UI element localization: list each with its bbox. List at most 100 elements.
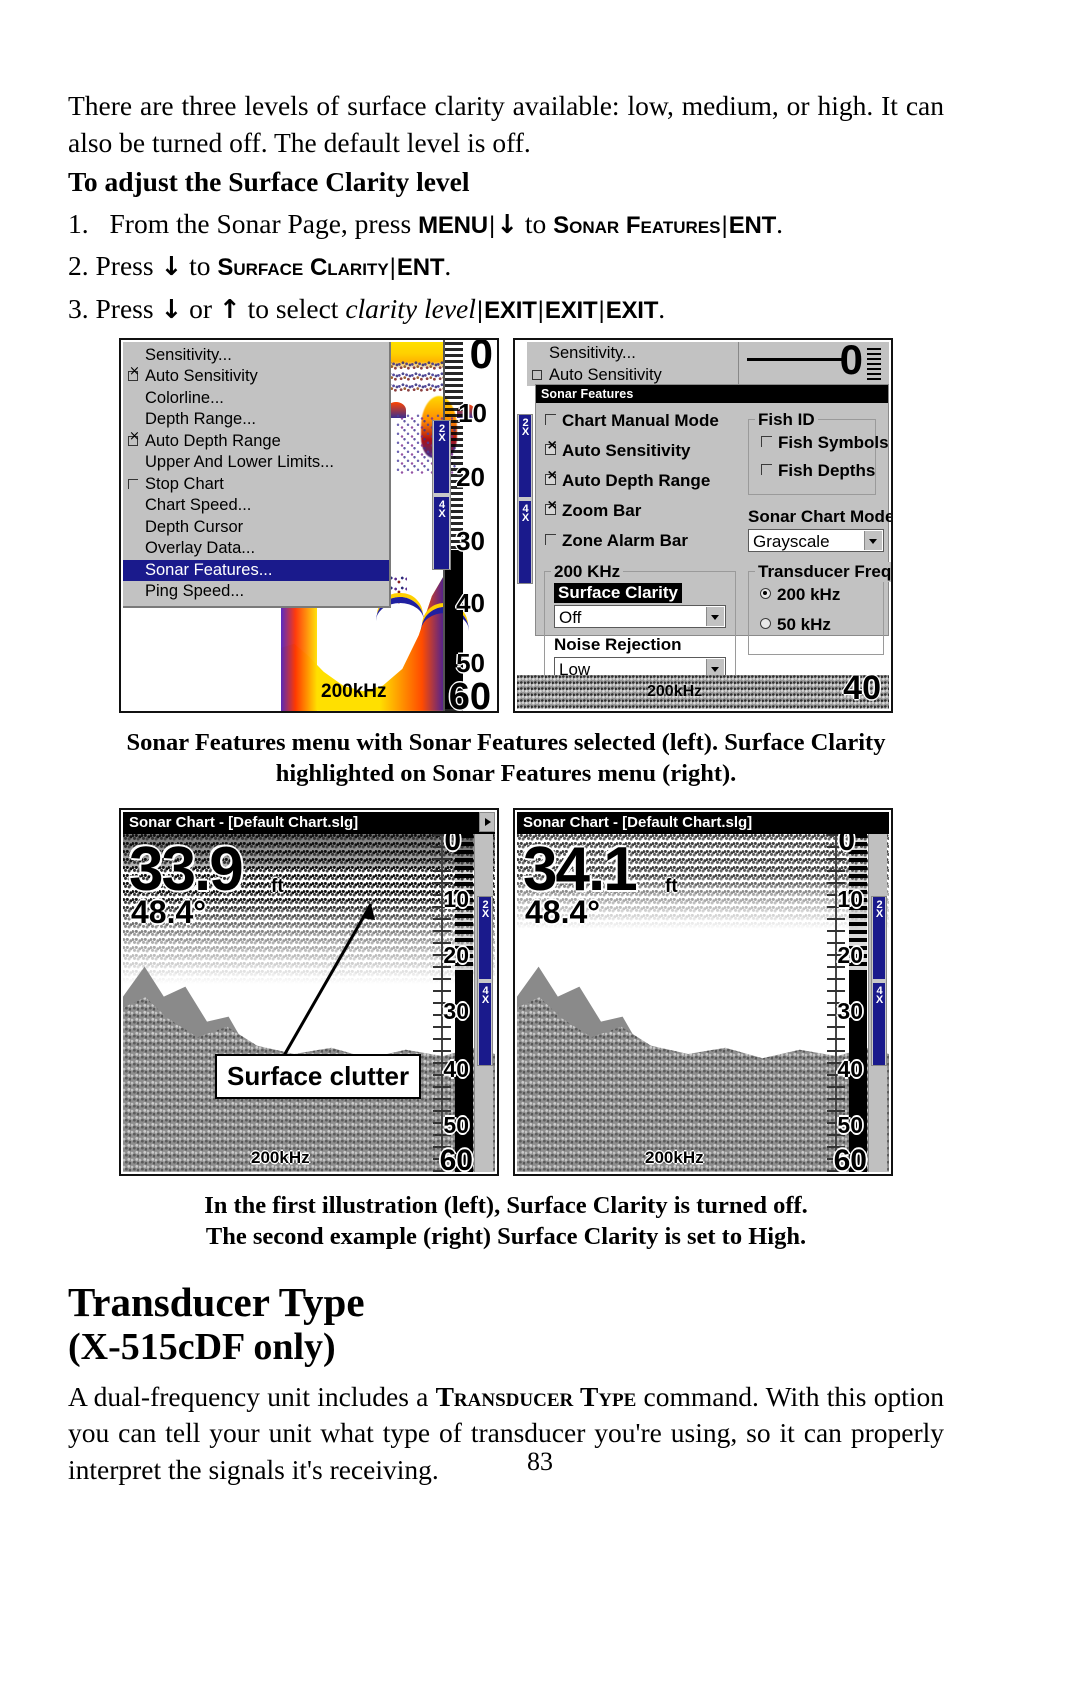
- zoom-bar-2x[interactable]: 2X: [519, 414, 532, 497]
- depth-label-60: 60: [448, 675, 491, 713]
- checkbox-icon[interactable]: [545, 469, 558, 485]
- step-1-text-mid: to: [517, 207, 554, 239]
- checkbox-icon[interactable]: [545, 439, 558, 455]
- menu-item-label: Depth Cursor: [145, 517, 244, 536]
- sonar-features-dialog: Sonar Features Chart Manual Mode Auto Se…: [535, 383, 891, 691]
- section-subtitle: (X-515cDF only): [68, 1326, 336, 1369]
- callout-label: Surface clutter: [227, 1060, 410, 1091]
- checkbox-label: Zone Alarm Bar: [562, 530, 688, 550]
- zoom-bar[interactable]: 2X 4X: [871, 895, 887, 1066]
- depth-label-40: 40: [456, 587, 485, 618]
- label-surface-clarity-highlighted[interactable]: Surface Clarity: [554, 582, 682, 603]
- zoom-bar-4x[interactable]: 4X: [519, 500, 532, 583]
- section-heading: Transducer Type (X-515cDF only): [68, 1279, 944, 1369]
- sonar-screenshot-menu: 0 10 20 30 40 50 60 200kHz 2X 4X Sensiti…: [119, 337, 499, 713]
- checkbox-icon[interactable]: [128, 366, 140, 382]
- group-transducer-freq-legend: Transducer Freq.: [755, 561, 891, 582]
- surface-line: [747, 357, 847, 361]
- step-2-tail: .: [444, 250, 452, 282]
- menu-item-overlay-data[interactable]: Overlay Data...: [123, 538, 389, 560]
- menu-item-auto-depth-range[interactable]: Auto Depth Range: [123, 431, 389, 453]
- play-arrow-icon[interactable]: [479, 811, 495, 832]
- depth-label-10: 10: [458, 397, 487, 428]
- menu-item-stop-chart[interactable]: Stop Chart: [123, 474, 389, 496]
- figure-1-caption: Sonar Features menu with Sonar Features …: [126, 728, 886, 788]
- zoom-bar-2x[interactable]: 2X: [873, 896, 886, 979]
- checkbox-icon: [532, 369, 542, 380]
- checkbox-icon[interactable]: [128, 478, 138, 489]
- checkbox-zone-alarm-bar[interactable]: Zone Alarm Bar: [544, 531, 688, 551]
- depth-label-40: 40: [837, 1055, 863, 1082]
- depth-label-50: 50: [456, 647, 485, 678]
- radio-50khz[interactable]: 50 kHz: [760, 615, 831, 635]
- menu-item-label: Chart Speed...: [145, 496, 252, 515]
- checkbox-fish-depths[interactable]: Fish Depths: [760, 461, 875, 481]
- checkbox-icon[interactable]: [128, 431, 140, 446]
- figure-2-caption-line-1: In the first illustration (left), Surfac…: [204, 1191, 808, 1219]
- dropdown-sonar-chart-mode[interactable]: Grayscale: [748, 528, 884, 552]
- step-3-text-mid: to select: [240, 293, 346, 325]
- sonar-menu[interactable]: Sensitivity... Auto Sensitivity Colorlin…: [123, 341, 391, 608]
- zoom-bar-2x[interactable]: 2X: [434, 420, 449, 493]
- checkbox-label: Zoom Bar: [562, 500, 642, 520]
- checkbox-auto-depth-range[interactable]: Auto Depth Range: [544, 469, 711, 491]
- checkbox-auto-sensitivity[interactable]: Auto Sensitivity: [544, 439, 690, 461]
- step-3-sep-3: |: [537, 297, 544, 325]
- checkbox-icon[interactable]: [545, 413, 556, 425]
- depth-label-10: 10: [837, 885, 863, 912]
- zoom-bar[interactable]: 2X 4X: [517, 413, 533, 584]
- menu-item-ping-speed[interactable]: Ping Speed...: [123, 581, 389, 603]
- step-2-text-pre: Press: [95, 250, 161, 282]
- depth-label-50: 50: [837, 1111, 863, 1138]
- background-menu-item-auto-sensitivity: Auto Sensitivity: [549, 365, 662, 384]
- checkbox-icon[interactable]: [545, 499, 558, 515]
- figure-2-images: Sonar Chart - [Default Chart.slg] 33.9 f…: [68, 807, 944, 1176]
- checkbox-fish-symbols[interactable]: Fish Symbols: [760, 433, 889, 453]
- dialog-body: Chart Manual Mode Auto Sensitivity Auto …: [536, 403, 891, 691]
- figure-2-caption: In the first illustration (left), Surfac…: [68, 1190, 944, 1253]
- sonar-chart-grayscale: Sonar Chart - [Default Chart.slg] 33.9 f…: [121, 809, 497, 1174]
- zoom-bar-4x-label: 4X: [519, 502, 532, 521]
- zoom-bar-4x-label: 4X: [873, 984, 886, 1003]
- zoom-bar-4x[interactable]: 4X: [434, 496, 449, 569]
- checkbox-chart-manual-mode[interactable]: Chart Manual Mode: [544, 411, 719, 431]
- menu-item-upper-and-lower-limits[interactable]: Upper And Lower Limits...: [123, 452, 389, 474]
- depth-label-0: 0: [839, 337, 863, 383]
- menu-item-colorline[interactable]: Colorline...: [123, 388, 389, 410]
- zoom-bar[interactable]: 2X 4X: [432, 419, 451, 570]
- step-2-text-mid: to: [182, 250, 218, 282]
- menu-item-depth-cursor[interactable]: Depth Cursor: [123, 517, 389, 539]
- step-2-number: 2.: [68, 250, 89, 282]
- menu-item-depth-range[interactable]: Depth Range...: [123, 409, 389, 431]
- step-1-sep-1: |: [488, 211, 496, 239]
- figure-2: Sonar Chart - [Default Chart.slg] 33.9 f…: [68, 807, 944, 1253]
- dropdown-surface-clarity[interactable]: Off: [554, 604, 726, 628]
- label-sonar-chart-mode: Sonar Chart Mode: [748, 506, 893, 526]
- procedure-step-1: 1. From the Sonar Page, press MENU|↓ to …: [68, 206, 944, 243]
- key-ent-2: ENT: [396, 254, 445, 282]
- checkbox-label: Auto Depth Range: [562, 470, 711, 490]
- chevron-down-icon[interactable]: [864, 530, 882, 550]
- step-3-sep-4: |: [598, 297, 605, 325]
- checkbox-icon[interactable]: [545, 533, 556, 545]
- menu-item-auto-sensitivity[interactable]: Auto Sensitivity: [123, 366, 389, 388]
- menu-item-chart-speed[interactable]: Chart Speed...: [123, 495, 389, 517]
- group-200khz-legend: 200 KHz: [551, 561, 624, 582]
- sonar-canvas: 34.1 ft 48.4° 0 10 20 30 40 50 60 200kHz: [517, 833, 889, 1172]
- zoom-bar-4x-label: 4X: [436, 498, 448, 517]
- callout-surface-clutter: Surface clutter: [215, 1053, 422, 1099]
- checkbox-icon[interactable]: [761, 435, 772, 447]
- menu-item-label: Depth Range...: [145, 410, 256, 429]
- radio-icon[interactable]: [760, 587, 771, 599]
- checkbox-icon[interactable]: [761, 463, 772, 475]
- checkbox-zoom-bar[interactable]: Zoom Bar: [544, 499, 642, 521]
- menu-item-sonar-features[interactable]: Sonar Features...: [123, 559, 389, 582]
- radio-icon[interactable]: [760, 617, 771, 629]
- background-menu-item-sensitivity: Sensitivity...: [549, 343, 636, 362]
- key-menu: MENU: [418, 211, 488, 239]
- menu-item-sensitivity[interactable]: Sensitivity...: [123, 345, 389, 367]
- zoom-bar-4x[interactable]: 4X: [873, 982, 886, 1065]
- depth-label-20: 20: [456, 461, 485, 492]
- chevron-down-icon[interactable]: [706, 606, 724, 626]
- radio-200khz[interactable]: 200 kHz: [760, 585, 840, 605]
